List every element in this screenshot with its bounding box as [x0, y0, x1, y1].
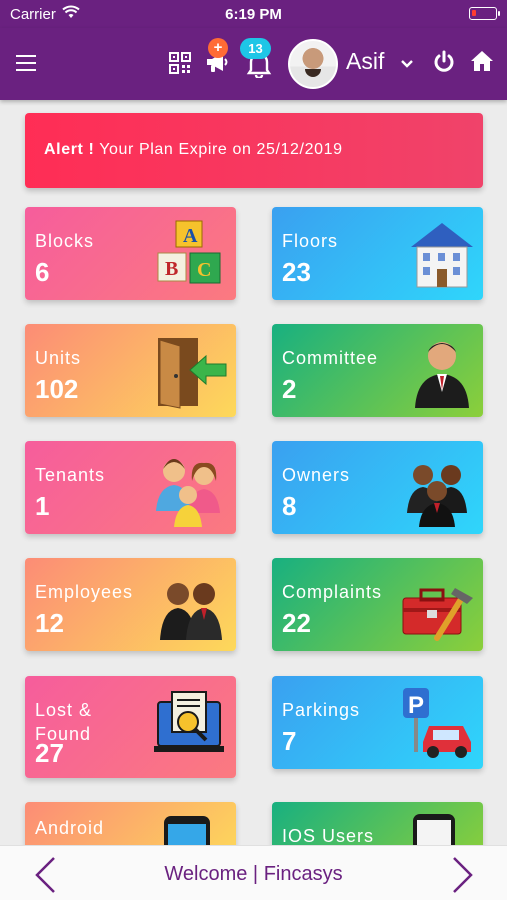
card-committee[interactable]: Committee 2 — [272, 324, 483, 417]
user-name[interactable]: Asif — [346, 48, 384, 75]
card-blocks[interactable]: Blocks 6 ABC — [25, 207, 236, 300]
card-label: Android — [35, 818, 105, 838]
card-label: Complaints — [282, 582, 383, 602]
card-count: 8 — [282, 491, 297, 521]
chevron-down-icon[interactable] — [400, 56, 414, 74]
svg-text:P: P — [408, 692, 424, 719]
power-icon[interactable] — [432, 50, 456, 79]
card-floors[interactable]: Floors 23 — [272, 207, 483, 300]
clock: 6:19 PM — [225, 6, 282, 23]
card-label: Employees — [35, 582, 134, 602]
family-icon — [150, 451, 230, 532]
card-count: 23 — [282, 257, 311, 287]
card-owners[interactable]: Owners 8 — [272, 441, 483, 534]
card-count: 22 — [282, 608, 311, 638]
card-parkings[interactable]: Parkings 7 P — [272, 676, 483, 769]
card-label: Blocks — [35, 231, 95, 251]
menu-icon[interactable] — [16, 55, 36, 71]
svg-text:C: C — [197, 259, 211, 281]
plan-expiry-alert: Alert ! Your Plan Expire on 25/12/2019 — [25, 113, 483, 188]
lost-found-icon — [150, 690, 230, 771]
notification-badge: + — [208, 38, 228, 58]
avatar[interactable] — [288, 39, 338, 89]
status-bar: Carrier 6:19 PM — [0, 0, 507, 28]
card-count: 102 — [35, 374, 79, 404]
card-tenants[interactable]: Tenants 1 — [25, 441, 236, 534]
home-icon[interactable] — [470, 50, 494, 77]
card-label: Tenants — [35, 465, 106, 485]
businessman-icon — [407, 334, 477, 415]
card-employees[interactable]: Employees 12 — [25, 558, 236, 651]
card-count: 2 — [282, 374, 297, 404]
parking-icon: P — [397, 686, 477, 767]
door-enter-icon — [150, 334, 230, 415]
card-label: Owners — [282, 465, 351, 485]
card-count: 12 — [35, 608, 64, 638]
card-complaints[interactable]: Complaints 22 — [272, 558, 483, 651]
card-lost-found[interactable]: Lost & Found 27 — [25, 676, 236, 778]
card-count: 27 — [35, 738, 64, 768]
battery-icon — [469, 7, 500, 20]
alert-message: Your Plan Expire on 25/12/2019 — [99, 141, 343, 158]
card-label: Parkings — [282, 700, 361, 720]
building-icon — [407, 217, 477, 298]
welcome-title: Welcome | Fincasys — [164, 863, 343, 885]
toolbox-icon — [397, 568, 477, 649]
abc-blocks-icon: ABC — [154, 217, 230, 298]
app-header: + 13 Asif — [0, 28, 507, 100]
qr-code-icon[interactable] — [169, 52, 191, 79]
card-count: 6 — [35, 257, 50, 287]
svg-text:B: B — [165, 258, 178, 280]
svg-text:A: A — [183, 225, 198, 247]
card-label: Floors — [282, 231, 339, 251]
card-label: Units — [35, 348, 82, 368]
card-count: 7 — [282, 726, 297, 756]
bottom-navigation-bar: Welcome | Fincasys — [0, 845, 507, 900]
alert-prefix: Alert ! — [44, 141, 95, 158]
people-group-icon — [397, 451, 477, 532]
card-label: Committee — [282, 348, 379, 368]
bell-count-badge: 13 — [240, 38, 271, 59]
employees-icon — [150, 568, 230, 649]
chevron-right-icon[interactable] — [450, 855, 476, 900]
card-units[interactable]: Units 102 — [25, 324, 236, 417]
card-count: 1 — [35, 491, 50, 521]
